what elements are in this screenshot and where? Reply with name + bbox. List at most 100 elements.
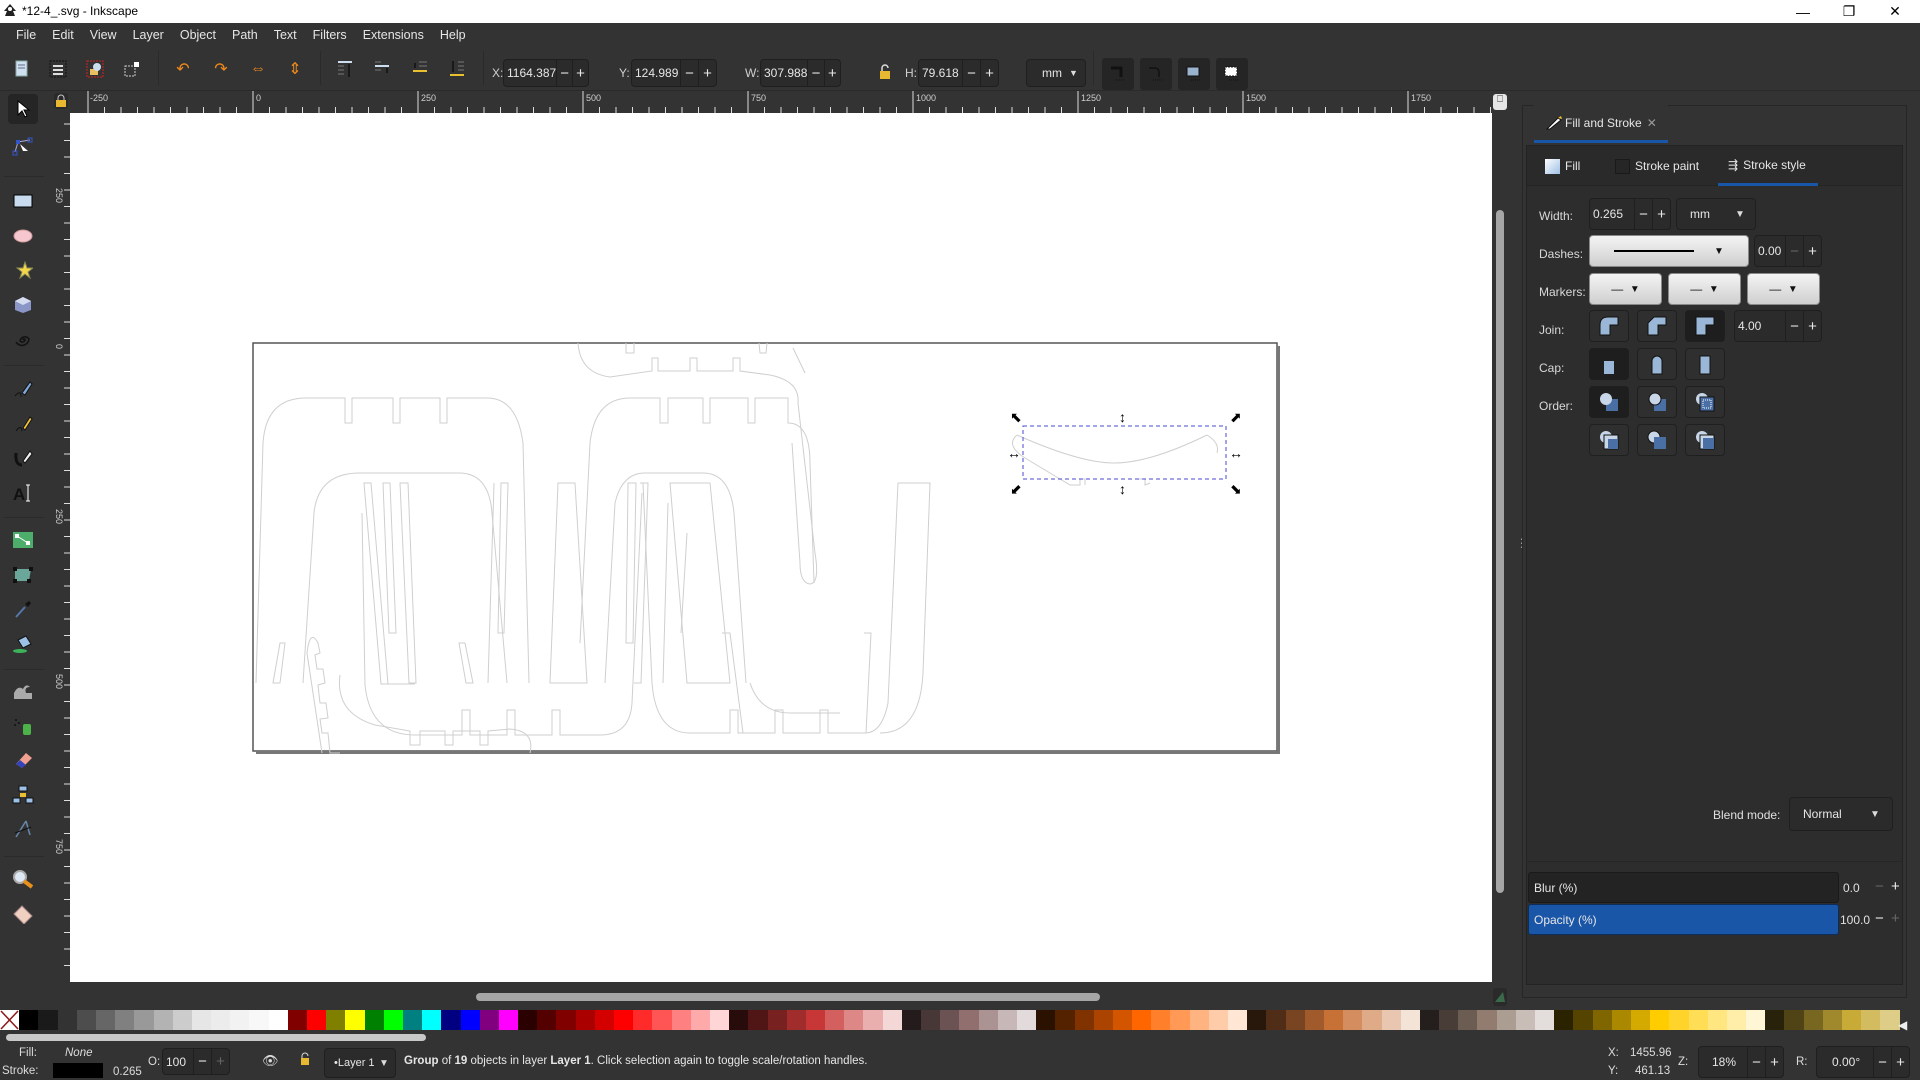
color-swatch[interactable] xyxy=(1304,1010,1324,1030)
scale-handle-n[interactable]: ↕ xyxy=(1119,409,1126,425)
zoom-value[interactable]: 18% xyxy=(1709,1055,1747,1069)
layer-visibility-eye-icon[interactable]: 👁 xyxy=(262,1053,279,1069)
order-stroke-markers-fill-button[interactable] xyxy=(1637,424,1677,456)
gradient-tool[interactable] xyxy=(8,525,38,555)
menu-edit[interactable]: Edit xyxy=(44,28,82,42)
3d-box-tool[interactable] xyxy=(8,290,38,320)
color-swatch[interactable] xyxy=(518,1010,538,1030)
minimize-button[interactable]: — xyxy=(1780,0,1826,23)
star-tool[interactable] xyxy=(8,255,38,285)
square-cap-button[interactable] xyxy=(1685,348,1725,380)
select-same-icon[interactable] xyxy=(121,58,143,80)
color-swatch[interactable] xyxy=(997,1010,1017,1030)
color-swatch[interactable] xyxy=(614,1010,634,1030)
miter-limit-field[interactable]: 4.00− + xyxy=(1734,310,1822,342)
calligraphy-tool[interactable] xyxy=(8,443,38,473)
subtab-stroke-paint[interactable]: Stroke paint xyxy=(1615,146,1699,186)
color-swatch[interactable] xyxy=(307,1010,327,1030)
order-stroke-fill-markers-button[interactable] xyxy=(1637,386,1677,418)
move-patterns-toggle[interactable] xyxy=(1216,58,1248,90)
color-swatch[interactable] xyxy=(1611,1010,1631,1030)
color-swatch[interactable] xyxy=(1458,1010,1478,1030)
eraser-tool[interactable] xyxy=(8,745,38,775)
width-unit-select[interactable]: mm ▼ xyxy=(1676,198,1756,230)
color-swatch[interactable] xyxy=(1247,1010,1267,1030)
selector-tool[interactable] xyxy=(8,94,38,124)
color-swatch[interactable] xyxy=(1554,1010,1574,1030)
horizontal-scrollbar[interactable] xyxy=(476,993,1100,1001)
color-swatch[interactable] xyxy=(1707,1010,1727,1030)
h-increment-button[interactable]: + xyxy=(980,60,998,86)
dash-offset-field[interactable]: 0.00− + xyxy=(1754,235,1822,267)
move-gradients-toggle[interactable] xyxy=(1178,58,1210,90)
color-swatch[interactable] xyxy=(786,1010,806,1030)
flip-vertical-icon[interactable]: ⇕ xyxy=(284,58,306,80)
horizontal-ruler[interactable]: -250 0 250 500 750 1000 1250 1500 1750 xyxy=(70,91,1492,113)
width-increment-button[interactable]: + xyxy=(1652,199,1670,229)
opacity-value[interactable]: 100.0 xyxy=(1840,913,1870,927)
y-increment-button[interactable]: + xyxy=(698,60,716,86)
menu-file[interactable]: File xyxy=(8,28,44,42)
color-swatch[interactable] xyxy=(1419,1010,1440,1030)
color-swatch[interactable] xyxy=(1496,1010,1516,1030)
color-swatch[interactable] xyxy=(249,1010,269,1030)
color-swatch[interactable] xyxy=(1132,1010,1152,1030)
zoom-in-button[interactable]: + xyxy=(1765,1047,1783,1077)
butt-cap-button[interactable] xyxy=(1589,348,1629,380)
color-swatch[interactable] xyxy=(1573,1010,1593,1030)
select-all-in-layer-icon[interactable] xyxy=(11,58,33,80)
color-swatch[interactable] xyxy=(1381,1010,1401,1030)
raise-to-top-icon[interactable] xyxy=(335,58,357,80)
zoom-out-button[interactable]: − xyxy=(1747,1047,1765,1077)
color-swatch[interactable] xyxy=(1746,1010,1766,1030)
x-increment-button[interactable]: + xyxy=(572,60,588,86)
paint-bucket-tool[interactable] xyxy=(8,629,38,659)
color-swatch[interactable] xyxy=(729,1010,749,1030)
color-swatch[interactable] xyxy=(882,1010,902,1030)
color-swatch[interactable] xyxy=(1822,1010,1842,1030)
stroke-width-field[interactable]: 0.265− + xyxy=(1589,198,1671,230)
color-swatch[interactable] xyxy=(345,1010,365,1030)
round-cap-button[interactable] xyxy=(1637,348,1677,380)
color-swatch[interactable] xyxy=(1535,1010,1555,1030)
lower-to-bottom-icon[interactable] xyxy=(446,58,468,80)
color-swatch[interactable] xyxy=(1650,1010,1670,1030)
color-swatch[interactable] xyxy=(1669,1010,1689,1030)
color-swatch[interactable] xyxy=(1477,1010,1497,1030)
miter-join-button[interactable] xyxy=(1685,310,1725,342)
raise-icon[interactable] xyxy=(372,58,394,80)
color-swatch[interactable] xyxy=(1323,1010,1344,1030)
color-swatch[interactable] xyxy=(901,1010,921,1030)
subtab-stroke-style[interactable]: ⇶ Stroke style xyxy=(1718,146,1818,186)
color-swatch[interactable] xyxy=(1400,1010,1420,1030)
status-opacity-field[interactable]: 100− + xyxy=(162,1048,230,1075)
w-decrement-button[interactable]: − xyxy=(807,60,823,86)
color-swatch[interactable] xyxy=(633,1010,653,1030)
menu-extensions[interactable]: Extensions xyxy=(355,28,432,42)
palette-menu-icon[interactable]: ◀ xyxy=(1898,1018,1907,1032)
dash-pattern-select[interactable]: ▼ xyxy=(1589,235,1749,267)
end-marker-select[interactable]: — ▼ xyxy=(1747,273,1820,305)
no-paint-swatch[interactable] xyxy=(0,1010,20,1030)
color-swatch[interactable] xyxy=(1189,1010,1209,1030)
color-swatch[interactable] xyxy=(959,1010,979,1030)
color-swatch[interactable] xyxy=(364,1010,384,1030)
offset-increment-button[interactable]: + xyxy=(1803,236,1821,266)
color-swatch[interactable] xyxy=(594,1010,614,1030)
order-fill-stroke-markers-button[interactable] xyxy=(1589,386,1629,418)
color-swatch[interactable] xyxy=(402,1010,423,1030)
width-decrement-button[interactable]: − xyxy=(1634,199,1652,229)
menu-filters[interactable]: Filters xyxy=(305,28,355,42)
zoom-tool[interactable] xyxy=(8,864,38,894)
rotate-decrement-button[interactable]: − xyxy=(1873,1047,1891,1077)
scale-handle-ne[interactable]: ⬈ xyxy=(1230,409,1242,425)
ellipse-tool[interactable] xyxy=(8,221,38,251)
color-swatch[interactable] xyxy=(978,1010,998,1030)
color-swatch[interactable] xyxy=(211,1010,231,1030)
color-swatch[interactable] xyxy=(825,1010,845,1030)
close-tab-icon[interactable]: ✕ xyxy=(1647,116,1657,130)
measure-tool[interactable] xyxy=(8,899,38,929)
h-field[interactable]: 79.618− + xyxy=(918,59,999,87)
color-swatch[interactable] xyxy=(57,1010,77,1030)
h-decrement-button[interactable]: − xyxy=(962,60,980,86)
